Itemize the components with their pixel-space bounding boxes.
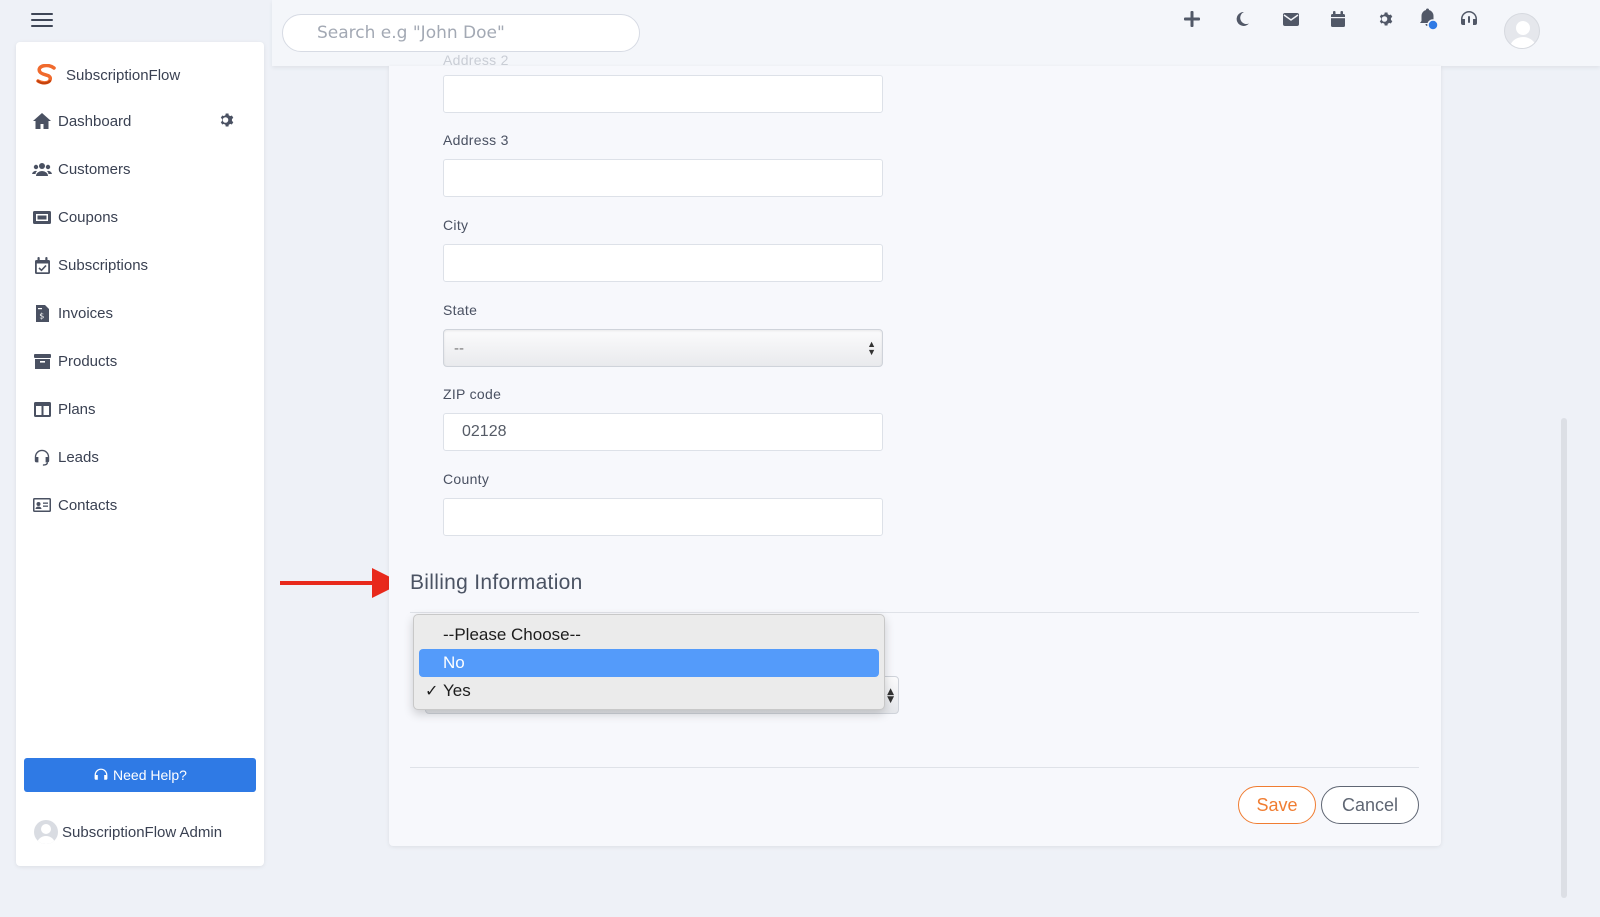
plus-icon[interactable] <box>1180 7 1204 31</box>
cancel-button[interactable]: Cancel <box>1321 786 1419 824</box>
archive-icon <box>32 352 52 370</box>
brand-logo[interactable]: SubscriptionFlow <box>34 64 180 86</box>
bell-icon[interactable] <box>1416 7 1440 31</box>
sidebar-item-products[interactable]: Products <box>32 346 252 376</box>
sidebar-item-label: Invoices <box>58 304 114 322</box>
admin-profile[interactable]: SubscriptionFlow Admin <box>34 820 222 844</box>
brand-name: SubscriptionFlow <box>66 66 181 84</box>
address2-field[interactable] <box>443 75 883 113</box>
sidebar-item-plans[interactable]: Plans <box>32 394 252 424</box>
customer-form-card: Address 2 Address 3 City State -- ▲ ▼ ZIP… <box>389 52 1441 846</box>
sidebar: SubscriptionFlow Dashboard Customers Cou… <box>16 42 264 866</box>
page-scrollbar[interactable] <box>1561 418 1567 898</box>
checkmark-icon: ✓ <box>425 683 439 700</box>
option-label: No <box>443 653 465 672</box>
headset-icon[interactable] <box>1457 7 1481 31</box>
option-label: Yes <box>443 681 471 700</box>
calendar-check-icon <box>32 256 52 274</box>
section-divider <box>410 612 1419 613</box>
sidebar-item-label: Contacts <box>58 496 118 514</box>
state-select[interactable]: -- ▲ ▼ <box>443 329 883 367</box>
gear-icon[interactable] <box>1374 7 1398 31</box>
sidebar-item-label: Coupons <box>58 208 119 226</box>
sidebar-item-label: Customers <box>58 160 131 178</box>
sidebar-item-contacts[interactable]: Contacts <box>32 490 252 520</box>
avatar <box>34 820 58 844</box>
footer-divider <box>410 767 1419 768</box>
address3-field[interactable] <box>443 159 883 197</box>
dropdown-option-no[interactable]: No <box>419 649 879 677</box>
sidebar-item-invoices[interactable]: $ Invoices <box>32 298 252 328</box>
svg-text:$: $ <box>39 311 44 320</box>
admin-name: SubscriptionFlow Admin <box>62 823 223 841</box>
menu-toggle-icon[interactable] <box>31 13 53 29</box>
dropdown-option-yes[interactable]: ✓ Yes <box>419 677 879 705</box>
sidebar-item-subscriptions[interactable]: Subscriptions <box>32 250 252 280</box>
billing-information-heading: Billing Information <box>410 571 583 594</box>
dashboard-settings-gear-icon[interactable] <box>219 112 235 132</box>
city-field[interactable] <box>443 244 883 282</box>
select-arrows-icon: ▲ ▼ <box>867 339 876 357</box>
save-button[interactable]: Save <box>1238 786 1316 824</box>
zip-label: ZIP code <box>443 386 502 402</box>
sidebar-item-label: Subscriptions <box>58 256 149 274</box>
sidebar-item-label: Plans <box>58 400 96 418</box>
address2-label: Address 2 <box>443 52 509 68</box>
columns-icon <box>32 400 52 418</box>
moon-icon[interactable] <box>1230 7 1254 31</box>
county-label: County <box>443 471 490 487</box>
state-label: State <box>443 302 478 318</box>
state-select-value: -- <box>454 339 464 357</box>
sidebar-item-coupons[interactable]: Coupons <box>32 202 252 232</box>
ticket-icon <box>32 208 52 226</box>
home-icon <box>32 112 52 130</box>
user-avatar[interactable] <box>1504 13 1540 49</box>
sidebar-item-label: Products <box>58 352 118 370</box>
county-field[interactable] <box>443 498 883 536</box>
zip-field[interactable] <box>443 413 883 451</box>
need-help-label: Need Help? <box>113 767 187 783</box>
users-icon <box>32 160 52 178</box>
sidebar-item-label: Dashboard <box>58 112 132 130</box>
option-label: --Please Choose-- <box>443 625 581 644</box>
sidebar-item-customers[interactable]: Customers <box>32 154 252 184</box>
sidebar-item-label: Leads <box>58 448 99 466</box>
id-card-icon <box>32 496 52 514</box>
calendar-icon[interactable] <box>1326 7 1350 31</box>
need-help-button[interactable]: Need Help? <box>24 758 256 792</box>
annotation-arrow-icon <box>280 568 402 598</box>
mail-icon[interactable] <box>1279 7 1303 31</box>
address3-label: Address 3 <box>443 132 509 148</box>
city-label: City <box>443 217 469 233</box>
sidebar-item-leads[interactable]: Leads <box>32 442 252 472</box>
select-arrows-icon: ▲ ▼ <box>887 687 894 705</box>
billing-dropdown-menu: --Please Choose-- No ✓ Yes <box>413 614 885 710</box>
invoice-icon: $ <box>32 304 52 322</box>
dropdown-option-please-choose[interactable]: --Please Choose-- <box>419 621 879 649</box>
subscriptionflow-logo-icon <box>36 64 56 85</box>
headset-icon <box>32 448 52 466</box>
search-input[interactable] <box>282 14 640 52</box>
headset-icon <box>94 768 108 780</box>
